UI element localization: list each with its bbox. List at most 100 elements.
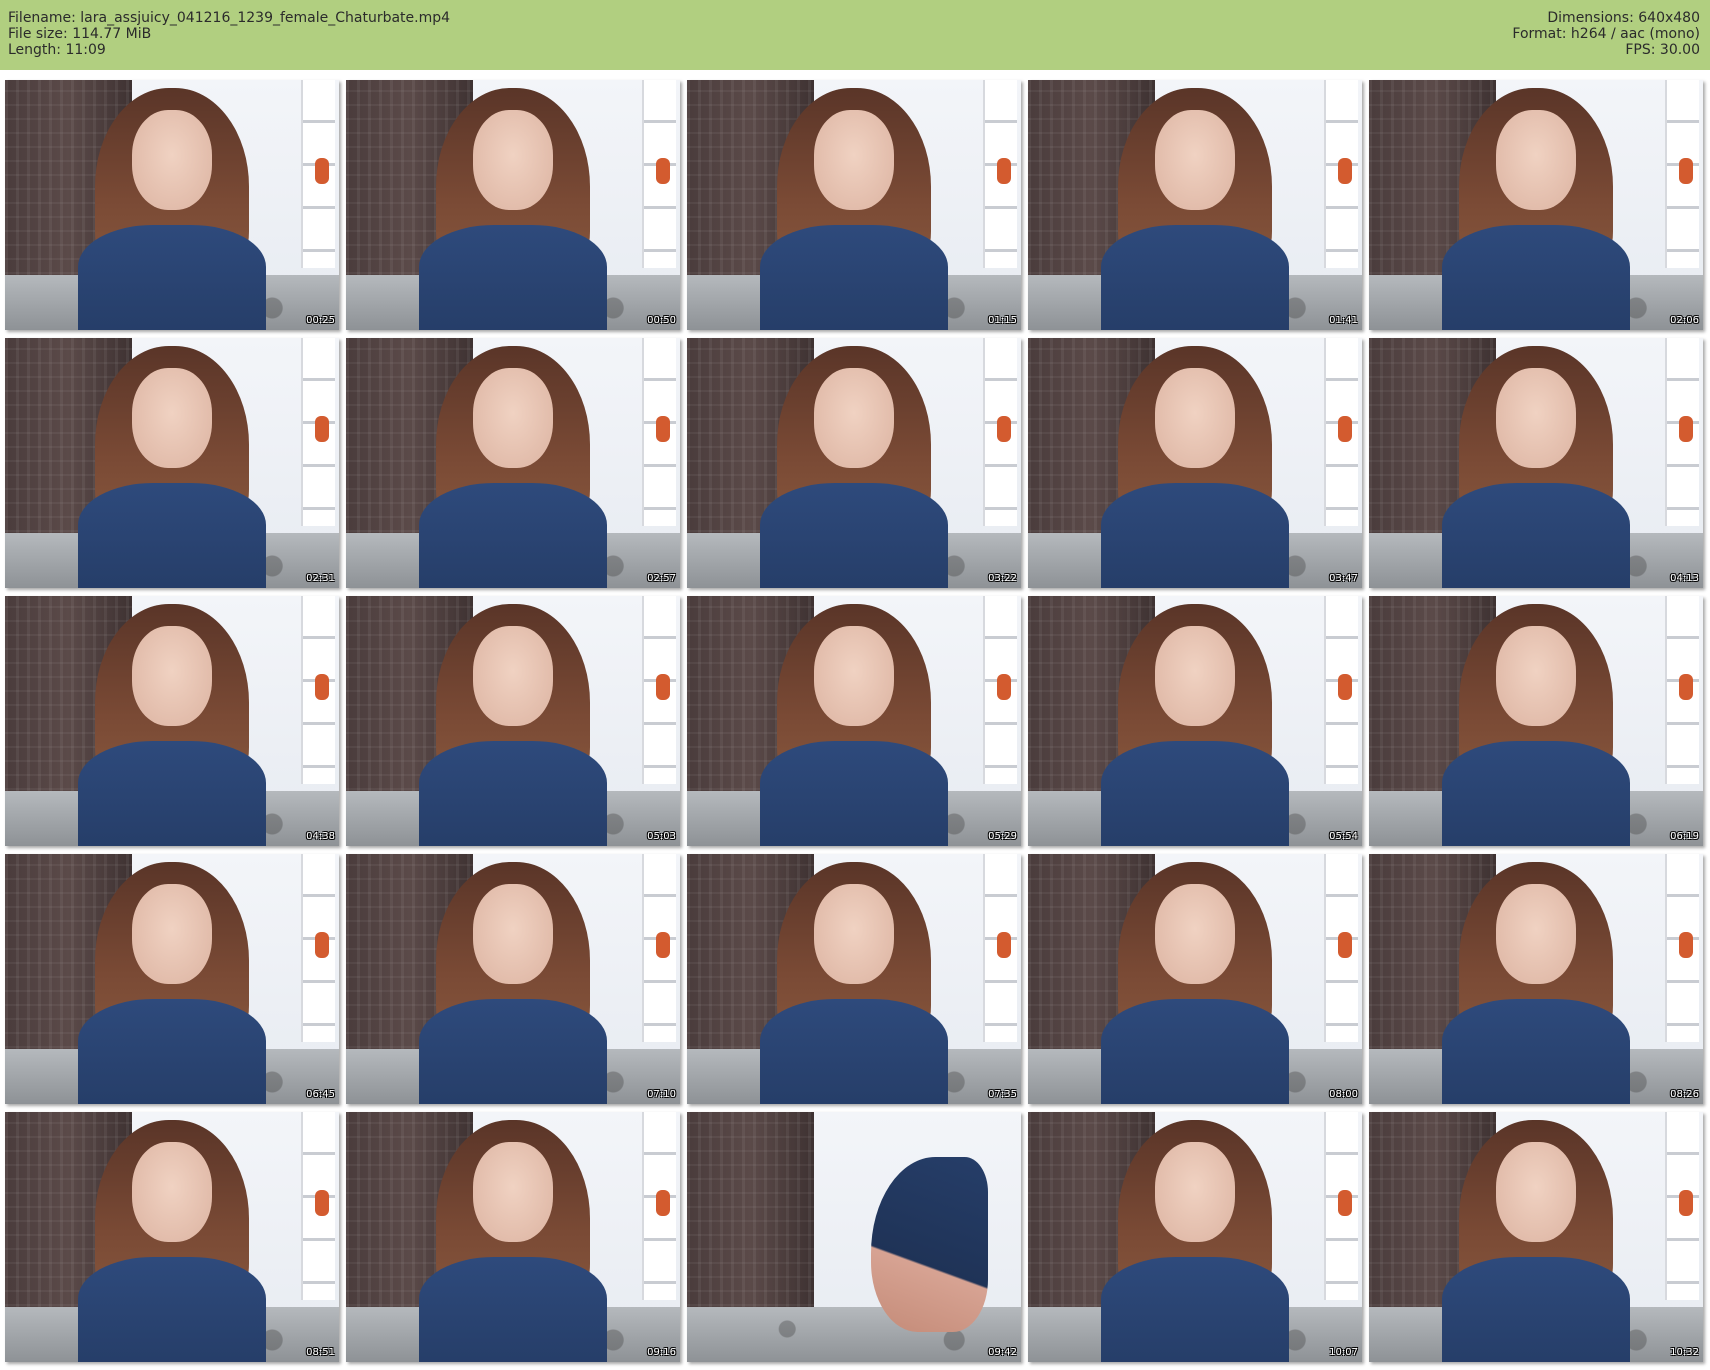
video-thumbnail: 00:50: [346, 80, 680, 330]
person-face: [813, 110, 895, 210]
video-thumbnail: 06:19: [1369, 596, 1703, 846]
person-face: [131, 110, 213, 210]
person-face: [472, 368, 554, 468]
toy-figure: [1679, 416, 1693, 442]
video-thumbnail: 01:15: [687, 80, 1021, 330]
video-thumbnail: 05:29: [687, 596, 1021, 846]
person-body: [1442, 1257, 1630, 1362]
person-body: [78, 999, 266, 1104]
person-face: [131, 1142, 213, 1242]
person-face: [131, 884, 213, 984]
person-body: [419, 225, 607, 330]
person-face: [813, 626, 895, 726]
person-body: [78, 1257, 266, 1362]
person-body: [419, 999, 607, 1104]
person-body: [1101, 225, 1289, 330]
video-thumbnail: 03:22: [687, 338, 1021, 588]
thumbnail-grid: 00:25 00:50 01:15 01:41 02:06 02:31 02:5…: [5, 80, 1703, 1362]
timestamp-label: 06:19: [1670, 831, 1699, 842]
video-thumbnail: 02:06: [1369, 80, 1703, 330]
video-thumbnail: 08:00: [1028, 854, 1362, 1104]
timestamp-label: 01:15: [988, 315, 1017, 326]
toy-figure: [997, 932, 1011, 958]
person-body: [1101, 1257, 1289, 1362]
person-body: [419, 1257, 607, 1362]
person-face: [1495, 368, 1577, 468]
toy-figure: [1679, 158, 1693, 184]
person-face: [472, 626, 554, 726]
toy-figure: [315, 932, 329, 958]
info-header: Filename: lara_assjuicy_041216_1239_fema…: [0, 0, 1710, 70]
video-thumbnail: 07:10: [346, 854, 680, 1104]
video-thumbnail: 04:13: [1369, 338, 1703, 588]
timestamp-label: 08:51: [306, 1347, 335, 1358]
person-body: [1442, 483, 1630, 588]
video-thumbnail: 02:57: [346, 338, 680, 588]
toy-figure: [997, 674, 1011, 700]
person-face: [1154, 1142, 1236, 1242]
person-body: [1442, 999, 1630, 1104]
person-face: [813, 368, 895, 468]
person-body: [78, 741, 266, 846]
video-thumbnail: 05:54: [1028, 596, 1362, 846]
person-body: [419, 741, 607, 846]
person-body: [78, 225, 266, 330]
timestamp-label: 02:06: [1670, 315, 1699, 326]
toy-figure: [1338, 158, 1352, 184]
toy-figure: [315, 158, 329, 184]
timestamp-label: 04:38: [306, 831, 335, 842]
person-body: [1442, 741, 1630, 846]
video-thumbnail: 08:51: [5, 1112, 339, 1362]
toy-figure: [1679, 674, 1693, 700]
person-face: [131, 368, 213, 468]
timestamp-label: 04:13: [1670, 573, 1699, 584]
toy-figure: [656, 158, 670, 184]
timestamp-label: 00:50: [647, 315, 676, 326]
toy-figure: [1679, 932, 1693, 958]
toy-figure: [1338, 1190, 1352, 1216]
toy-figure: [1679, 1190, 1693, 1216]
video-thumbnail: 01:41: [1028, 80, 1362, 330]
filename-text: Filename: lara_assjuicy_041216_1239_fema…: [8, 10, 451, 26]
video-thumbnail: 04:38: [5, 596, 339, 846]
dimensions-text: Dimensions: 640x480: [1547, 10, 1700, 26]
timestamp-label: 03:47: [1329, 573, 1358, 584]
person-face: [1154, 626, 1236, 726]
fps-text: FPS: 30.00: [1625, 42, 1700, 58]
person-face: [1495, 1142, 1577, 1242]
person-face: [1154, 884, 1236, 984]
person-body: [1101, 999, 1289, 1104]
timestamp-label: 05:29: [988, 831, 1017, 842]
video-thumbnail: 00:25: [5, 80, 339, 330]
timestamp-label: 02:57: [647, 573, 676, 584]
toy-figure: [1338, 932, 1352, 958]
person-body: [1442, 225, 1630, 330]
timestamp-label: 02:31: [306, 573, 335, 584]
timestamp-label: 05:54: [1329, 831, 1358, 842]
toy-figure: [656, 674, 670, 700]
timestamp-label: 07:10: [647, 1089, 676, 1100]
person-body: [1101, 741, 1289, 846]
toy-figure: [656, 932, 670, 958]
person-face: [813, 884, 895, 984]
video-info: Dimensions: 640x480 Format: h264 / aac (…: [1512, 10, 1700, 58]
format-text: Format: h264 / aac (mono): [1512, 26, 1700, 42]
timestamp-label: 05:03: [647, 831, 676, 842]
toy-figure: [315, 416, 329, 442]
person-face: [1495, 626, 1577, 726]
person-face: [1154, 368, 1236, 468]
person-face: [472, 1142, 554, 1242]
person-face: [472, 884, 554, 984]
timestamp-label: 10:07: [1329, 1347, 1358, 1358]
toy-figure: [997, 158, 1011, 184]
toy-figure: [1338, 416, 1352, 442]
toy-figure: [315, 674, 329, 700]
video-thumbnail: 02:31: [5, 338, 339, 588]
person-body: [419, 483, 607, 588]
video-thumbnail: 09:42: [687, 1112, 1021, 1362]
timestamp-label: 00:25: [306, 315, 335, 326]
video-thumbnail: 07:35: [687, 854, 1021, 1104]
timestamp-label: 06:45: [306, 1089, 335, 1100]
video-thumbnail: 09:16: [346, 1112, 680, 1362]
timestamp-label: 10:32: [1670, 1347, 1699, 1358]
